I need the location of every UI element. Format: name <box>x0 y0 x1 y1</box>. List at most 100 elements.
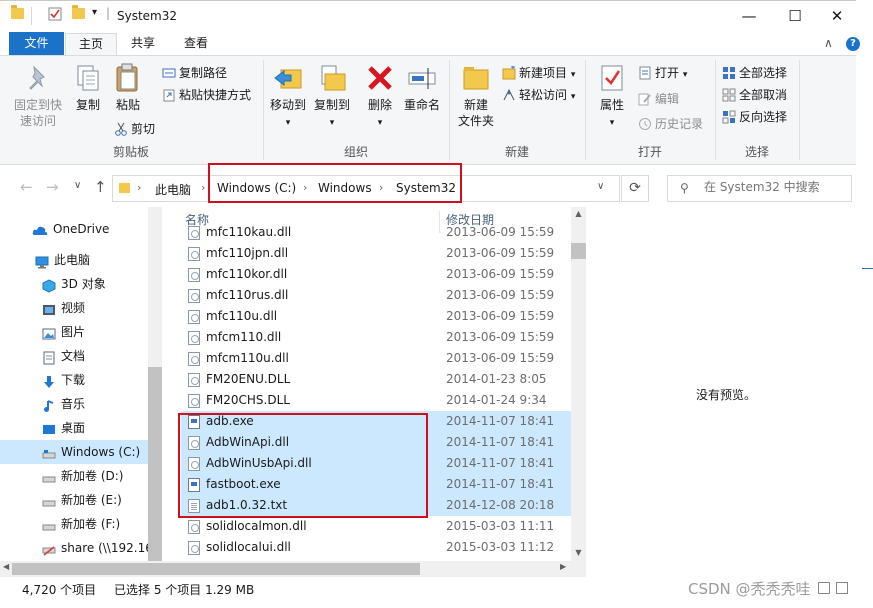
open-button[interactable]: 打开 ▾ <box>638 65 687 83</box>
tab-view[interactable]: 查看 <box>171 33 221 56</box>
recent-locations-icon[interactable]: ∨ <box>74 180 81 191</box>
new-item-icon <box>502 65 516 80</box>
address-dropdown-icon[interactable]: ∨ <box>597 181 604 192</box>
nav-item-music[interactable]: 音乐 <box>0 392 148 416</box>
invert-selection-button[interactable]: 反向选择 <box>722 109 787 125</box>
file-row[interactable]: FM20CHS.DLL 2014-01-24 9:34 <box>181 390 571 411</box>
search-box[interactable]: ⚲ <box>667 175 852 202</box>
nav-item-3d-objects[interactable]: 3D 对象 <box>0 272 148 296</box>
organize-group-label: 组织 <box>343 145 368 159</box>
nav-item-documents[interactable]: 文档 <box>0 344 148 368</box>
nav-item-pictures[interactable]: 图片 <box>0 320 148 344</box>
horizontal-scroll-thumb[interactable] <box>12 563 420 575</box>
scroll-up-arrow-icon[interactable]: ▲ <box>571 209 586 218</box>
nav-item-d-drive[interactable]: 新加卷 (D:) <box>0 464 148 488</box>
history-button[interactable]: 历史记录 <box>638 116 703 132</box>
nav-item-desktop[interactable]: 桌面 <box>0 416 148 440</box>
file-row[interactable]: AdbWinUsbApi.dll 2014-11-07 18:41 <box>181 453 571 474</box>
title-bar: ▾ | System32 — ☐ ✕ <box>0 0 856 31</box>
paste-shortcut-button[interactable]: 粘贴快捷方式 <box>162 87 251 103</box>
qa-dropdown-icon[interactable]: ▾ <box>92 7 97 18</box>
collapse-ribbon-icon[interactable]: ∧ <box>824 36 833 50</box>
file-row[interactable]: solidlocalmon.dll 2015-03-03 11:11 <box>181 516 571 537</box>
file-list-vertical-scrollbar[interactable] <box>571 207 586 562</box>
delete-button[interactable]: 删除 ▾ <box>362 62 398 131</box>
file-name: mfc110rus.dll <box>206 288 289 302</box>
file-date: 2014-11-07 18:41 <box>446 435 555 449</box>
copy-label: 复制 <box>75 98 100 112</box>
file-row[interactable]: AdbWinApi.dll 2014-11-07 18:41 <box>181 432 571 453</box>
select-none-button[interactable]: 全部取消 <box>722 87 787 103</box>
tab-file[interactable]: 文件 <box>9 32 64 56</box>
pin-label-line2: 速访问 <box>19 114 56 128</box>
nav-item-share[interactable]: share (\\192.16 <box>0 536 153 560</box>
details-view-icon[interactable] <box>818 582 830 594</box>
scroll-left-arrow-icon[interactable]: ◀ <box>3 562 9 571</box>
file-row[interactable]: FM20ENU.DLL 2014-01-23 8:05 <box>181 369 571 390</box>
file-row[interactable]: mfc110jpn.dll 2013-06-09 15:59 <box>181 243 571 264</box>
background-document <box>856 0 873 608</box>
help-icon[interactable]: ? <box>846 37 860 51</box>
file-row[interactable]: solidlocalui.dll 2015-03-03 11:12 <box>181 537 571 558</box>
file-row[interactable]: fastboot.exe 2014-11-07 18:41 <box>181 474 571 495</box>
nav-label: 新加卷 (F:) <box>61 517 121 531</box>
clipboard-group: 固定到快 速访问 复制 粘贴 复制路径 粘贴快捷方式 剪切 剪贴板 <box>0 56 262 164</box>
nav-item-e-drive[interactable]: 新加卷 (E:) <box>0 488 148 512</box>
pin-quick-access-button[interactable]: 固定到快 速访问 <box>10 62 66 129</box>
file-list-scroll-thumb[interactable] <box>571 243 586 259</box>
copy-to-button[interactable]: 复制到 ▾ <box>312 62 352 131</box>
new-folder-qa-icon[interactable] <box>72 5 85 19</box>
edit-button[interactable]: 编辑 <box>638 91 679 107</box>
dll-file-icon <box>188 436 200 450</box>
select-all-button[interactable]: 全部选择 <box>722 65 787 81</box>
properties-button[interactable]: 属性 ▾ <box>594 62 630 131</box>
address-path-field[interactable]: › 此电脑 › Windows (C:) › Windows › System3… <box>112 175 620 202</box>
file-row[interactable]: adb.exe 2014-11-07 18:41 <box>181 411 571 432</box>
easy-access-button[interactable]: 轻松访问 ▾ <box>502 87 575 105</box>
nav-item-downloads[interactable]: 下载 <box>0 368 148 392</box>
properties-check-icon[interactable] <box>48 7 62 24</box>
nav-item-videos[interactable]: 视频 <box>0 296 148 320</box>
maximize-button[interactable]: ☐ <box>772 1 818 32</box>
breadcrumb-windows[interactable]: Windows <box>318 181 372 195</box>
nav-scrollbar-thumb[interactable] <box>148 367 162 577</box>
large-icons-view-icon[interactable] <box>836 582 848 594</box>
dll-file-icon <box>188 331 200 345</box>
minimize-button[interactable]: — <box>726 1 772 32</box>
file-row[interactable]: mfc110kor.dll 2013-06-09 15:59 <box>181 264 571 285</box>
search-input[interactable] <box>704 180 849 194</box>
nav-item-onedrive[interactable]: OneDrive <box>0 217 148 241</box>
nav-label: 视频 <box>61 301 86 315</box>
rename-button[interactable]: 重命名 <box>402 62 442 113</box>
refresh-button[interactable]: ⟳ <box>621 175 649 202</box>
back-arrow-icon[interactable]: ← <box>20 178 33 196</box>
file-date: 2013-06-09 15:59 <box>446 330 555 344</box>
new-item-button[interactable]: 新建项目 ▾ <box>502 65 575 83</box>
tab-share[interactable]: 共享 <box>118 33 168 56</box>
copy-button[interactable]: 复制 <box>70 62 106 113</box>
scroll-right-arrow-icon[interactable]: ▶ <box>560 562 566 571</box>
move-to-button[interactable]: 移动到 ▾ <box>268 62 308 131</box>
nav-item-f-drive[interactable]: 新加卷 (F:) <box>0 512 148 536</box>
paste-button[interactable]: 粘贴 <box>110 62 146 113</box>
nav-item-c-drive[interactable]: Windows (C:) <box>0 440 148 464</box>
close-button[interactable]: ✕ <box>818 1 856 32</box>
new-folder-button[interactable]: 新建 文件夹 <box>456 62 496 129</box>
breadcrumb-this-pc[interactable]: 此电脑 <box>155 181 191 198</box>
file-row[interactable]: adb1.0.32.txt 2014-12-08 20:18 <box>181 495 571 516</box>
file-row[interactable]: mfc110u.dll 2013-06-09 15:59 <box>181 306 571 327</box>
scroll-down-arrow-icon[interactable]: ▼ <box>571 548 586 557</box>
file-name: mfcm110.dll <box>206 330 282 344</box>
forward-arrow-icon[interactable]: → <box>46 178 59 196</box>
copy-path-button[interactable]: 复制路径 <box>162 65 227 81</box>
nav-item-this-pc[interactable]: 此电脑 <box>0 248 148 272</box>
breadcrumb-c-drive[interactable]: Windows (C:) <box>217 181 296 195</box>
file-row[interactable]: mfcm110.dll 2013-06-09 15:59 <box>181 327 571 348</box>
cut-button[interactable]: 剪切 <box>114 121 155 137</box>
file-row[interactable]: mfc110rus.dll 2013-06-09 15:59 <box>181 285 571 306</box>
breadcrumb-system32[interactable]: System32 <box>396 181 456 195</box>
tab-home[interactable]: 主页 <box>65 33 118 56</box>
file-row[interactable]: mfcm110u.dll 2013-06-09 15:59 <box>181 348 571 369</box>
file-row[interactable]: mfc110kau.dll 2013-06-09 15:59 <box>181 222 571 243</box>
up-arrow-icon[interactable]: ↑ <box>94 178 107 196</box>
